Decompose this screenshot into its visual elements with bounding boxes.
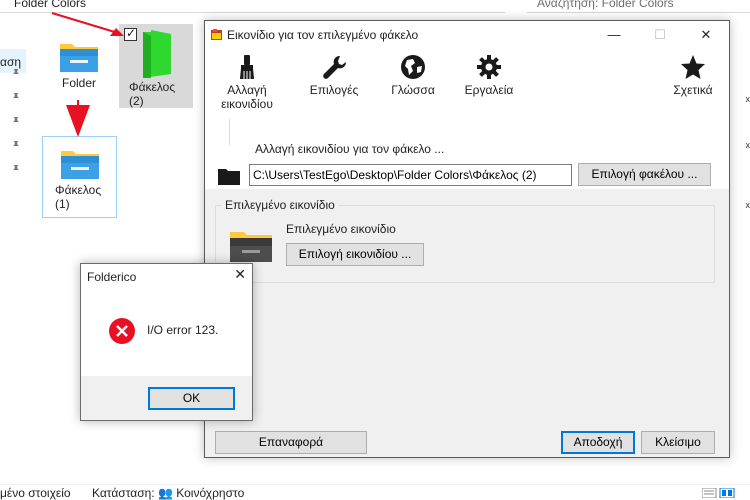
choose-icon-button[interactable]: Επιλογή εικονιδίου ... [286,243,424,266]
folder-item[interactable]: Folder [46,36,112,96]
tool-label: Σχετικά [673,83,713,97]
pin-icon [13,117,19,125]
group-title: Επιλεγμένο εικονίδιο [222,198,338,212]
dialog-title: Εικονίδιο για τον επιλεγμένο φάκελο [227,28,419,42]
folder-item-selected[interactable]: Φάκελος (2) [119,24,193,108]
tool-about[interactable]: Σχετικά [663,53,723,97]
reset-button[interactable]: Επαναφορά [215,431,367,454]
close-window-button[interactable]: ✕ [683,21,729,49]
edge-mark: x [745,200,750,210]
gear-icon [477,55,501,79]
wrench-icon [323,55,347,79]
error-message: I/O error 123. [147,323,219,337]
address-text: Folder Colors [14,0,87,10]
error-body: I/O error 123. [81,292,252,376]
pin-icon [13,141,19,149]
tool-change-icon[interactable]: Αλλαγή εικονιδίου [215,53,279,111]
pin-icon [13,93,19,101]
section-title: Αλλαγή εικονιδίου για τον φάκελο ... [255,142,445,156]
error-icon [109,318,135,344]
search-input[interactable]: Αναζήτηση: Folder Colors [527,0,750,13]
folder-item-copy[interactable]: Φάκελος (1) [42,136,117,218]
view-toggle-icon[interactable] [702,488,742,498]
folder-item-label: Φάκελος (2) [129,80,176,108]
folder-item-label: Folder [61,76,96,90]
pin-icon [13,165,19,173]
app-icon [211,29,222,40]
tool-label: Αλλαγή εικονιδίου [221,83,273,111]
tool-language[interactable]: Γλώσσα [381,53,445,97]
right-edge-fragments: x x x [742,90,750,240]
folder-green-icon [143,30,171,78]
dialog-titlebar[interactable]: Εικονίδιο για τον επιλεγμένο φάκελο — ☐ … [205,21,729,49]
accept-button[interactable]: Αποδοχή [561,431,635,454]
search-placeholder: Αναζήτηση: Folder Colors [537,0,674,10]
error-footer: OK [81,376,252,420]
maximize-button[interactable]: ☐ [637,21,683,49]
status-selection: μένο στοιχείο [0,486,71,500]
folder-blue-icon [60,151,99,179]
nav-item-label: αση [0,55,22,69]
folder-blue-icon [60,44,98,72]
tool-options[interactable]: Επιλογές [299,53,369,97]
star-icon [681,55,705,79]
minimize-button[interactable]: — [591,21,637,49]
status-state: Κατάσταση: 👥 Κοινόχρηστο [92,486,245,500]
navigation-pane: αση [0,14,26,484]
ok-button[interactable]: OK [148,387,235,410]
status-bar: μένο στοιχείο Κατάσταση: 👥 Κοινόχρηστο [0,484,750,500]
tool-label: Εργαλεία [464,83,514,97]
error-dialog-title: Folderico [87,270,137,284]
address-bar[interactable]: Folder Colors [0,0,505,13]
toolbar: Αλλαγή εικονιδίου Επιλογές Γλώσσα Εργαλε… [205,49,729,119]
pin-icon [13,69,19,77]
globe-icon [401,55,425,79]
separator [229,119,230,145]
tool-label: Επιλογές [309,83,359,97]
folder-dark-icon [230,232,272,262]
tool-tools[interactable]: Εργαλεία [457,53,521,97]
edge-mark: x [745,140,750,150]
folderico-dialog: Εικονίδιο για τον επιλεγμένο φάκελο — ☐ … [204,20,730,458]
selected-icon-group: Επιλεγμένο εικονίδιο Επιλεγμένο εικονίδι… [215,198,715,283]
folder-path-input[interactable]: C:\Users\TestEgo\Desktop\Folder Colors\Φ… [249,164,572,186]
close-button[interactable]: Κλείσιμο [641,431,715,454]
error-dialog: Folderico ✕ I/O error 123. OK [80,263,253,421]
folder-item-label: Φάκελος (1) [55,183,102,211]
selected-icon-label: Επιλεγμένο εικονίδιο [286,222,396,236]
choose-folder-button[interactable]: Επιλογή φακέλου ... [578,163,711,186]
item-checkbox[interactable] [124,26,137,41]
brush-icon [240,55,254,79]
folder-icon [218,169,240,185]
tool-label: Γλώσσα [391,83,435,97]
error-close-button[interactable]: ✕ [234,266,246,283]
edge-mark: x [745,94,750,104]
